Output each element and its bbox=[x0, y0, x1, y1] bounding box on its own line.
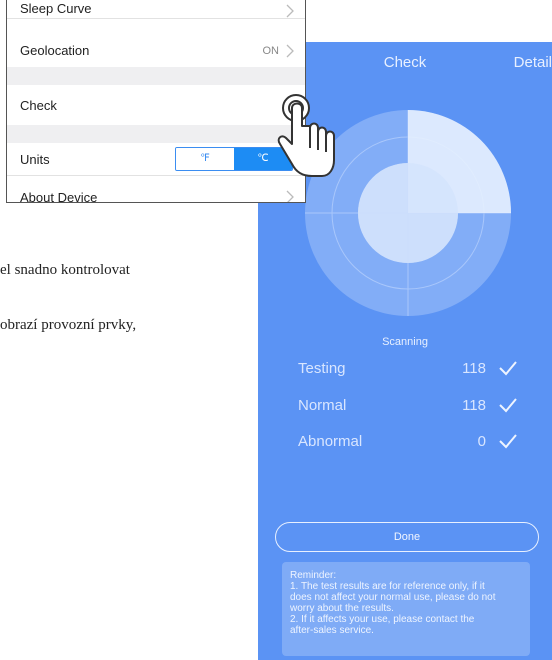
settings-row-label: Units bbox=[20, 152, 50, 167]
check-icon bbox=[499, 434, 517, 449]
settings-row-sleep-curve[interactable]: Sleep Curve bbox=[7, 0, 305, 18]
reminder-box: Reminder: 1. The test results are for re… bbox=[282, 562, 530, 656]
document-text-line-1: el snadno kontrolovat bbox=[0, 262, 130, 278]
settings-panel: Sleep Curve Geolocation ON Check Units ℉… bbox=[6, 0, 306, 203]
reminder-line: worry about the results. bbox=[290, 603, 394, 614]
reminder-line: does not affect your normal use, please … bbox=[290, 592, 496, 603]
settings-row-label: About Device bbox=[20, 190, 98, 203]
settings-row-label: Check bbox=[20, 98, 57, 113]
settings-row-about-device[interactable]: About Device bbox=[7, 176, 305, 203]
stat-row-testing: Testing 118 bbox=[298, 360, 518, 382]
stat-label: Abnormal bbox=[298, 433, 363, 450]
stat-row-abnormal: Abnormal 0 bbox=[298, 433, 518, 455]
chevron-right-icon bbox=[286, 190, 294, 202]
detail-link[interactable]: Detail bbox=[514, 54, 552, 71]
geolocation-status: ON bbox=[262, 45, 280, 57]
stat-value: 0 bbox=[477, 433, 486, 450]
reminder-line: after-sales service. bbox=[290, 625, 374, 636]
unit-option-fahrenheit[interactable]: ℉ bbox=[176, 148, 234, 170]
reminder-line: 1. The test results are for reference on… bbox=[290, 581, 485, 592]
done-button[interactable]: Done bbox=[275, 522, 539, 552]
check-icon bbox=[499, 361, 517, 376]
reminder-line: 2. If it affects your use, please contac… bbox=[290, 614, 475, 625]
tap-hand-icon bbox=[277, 94, 335, 177]
stat-value: 118 bbox=[462, 360, 486, 377]
settings-row-geolocation[interactable]: Geolocation ON bbox=[7, 19, 305, 67]
chevron-right-icon bbox=[286, 4, 294, 18]
document-text-line-2: obrazí provozní prvky, bbox=[0, 317, 137, 333]
settings-row-label: Sleep Curve bbox=[20, 1, 92, 16]
settings-row-units: Units ℉ ℃ bbox=[7, 143, 305, 175]
stat-label: Testing bbox=[298, 360, 346, 377]
stat-value: 118 bbox=[462, 397, 486, 414]
scanning-status: Scanning bbox=[382, 336, 428, 348]
chevron-right-icon bbox=[286, 44, 294, 58]
stat-label: Normal bbox=[298, 397, 347, 414]
reminder-line: Reminder: bbox=[290, 570, 337, 581]
check-icon bbox=[499, 398, 517, 413]
settings-row-check[interactable]: Check bbox=[7, 85, 305, 125]
stat-row-normal: Normal 118 bbox=[298, 397, 518, 419]
settings-row-label: Geolocation bbox=[20, 43, 90, 58]
